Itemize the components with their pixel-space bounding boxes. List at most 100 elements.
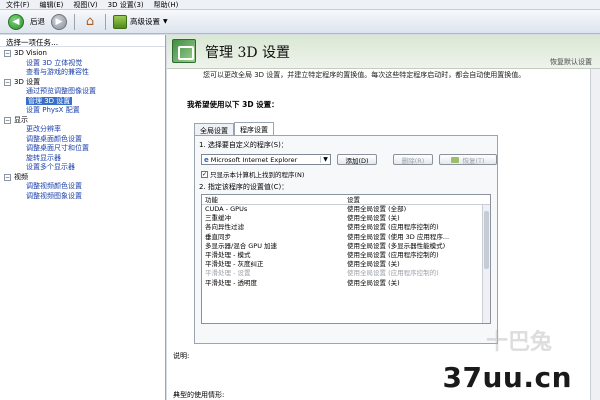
watermark: 37uu.cn: [442, 361, 572, 394]
setting-cell[interactable]: 使用全局设置 (应用程序控制的): [344, 251, 480, 260]
tree-item-change-resolution[interactable]: 更改分辨率: [4, 125, 161, 135]
collapse-icon[interactable]: −: [4, 50, 11, 58]
collapse-icon[interactable]: −: [4, 116, 11, 124]
menu-view[interactable]: 视图(V): [73, 0, 97, 10]
tree-category-label: 视频: [14, 172, 28, 181]
feature-cell: CUDA - GPUs: [205, 205, 248, 213]
collapse-icon[interactable]: −: [4, 78, 11, 86]
description-label: 说明:: [173, 352, 190, 360]
tree-item-label: 设置 3D 立体视觉: [26, 58, 83, 67]
toolbar-divider: [74, 13, 75, 30]
tree-item-label: 更改分辨率: [26, 125, 61, 133]
setting-cell[interactable]: 使用全局设置 (关): [344, 260, 480, 269]
tree-category-video[interactable]: − 视频: [4, 173, 161, 183]
table-row[interactable]: 平滑处理 - 模式 使用全局设置 (应用程序控制的): [202, 251, 490, 260]
setting-cell[interactable]: 使用全局设置 (多显示器性能模式): [344, 242, 480, 251]
menu-3d-settings[interactable]: 3D 设置(3): [108, 0, 144, 10]
table-row[interactable]: 垂直同步 使用全局设置 (使用 3D 应用程序...: [202, 233, 490, 242]
table-row[interactable]: 平滑处理 - 灰度纠正 使用全局设置 (关): [202, 260, 490, 269]
tree-category-display[interactable]: − 显示: [4, 116, 161, 126]
menu-edit[interactable]: 编辑(E): [40, 0, 64, 10]
tree-item-label: 旋转显示器: [26, 153, 61, 162]
feature-cell: 多显示器/混合 GPU 加速: [205, 241, 278, 250]
setting-cell[interactable]: 使用全局设置 (应用程序控制的): [344, 223, 480, 232]
only-show-label: 只显示本计算机上找到的程序(N): [210, 171, 305, 179]
tree-item-label: 通过预览调整图像设置: [26, 87, 96, 95]
feature-cell: 平滑处理 - 设置: [205, 269, 251, 278]
tree-item-game-compatibility[interactable]: 查看与游戏的兼容性: [4, 68, 161, 78]
tree-item-label: 设置多个显示器: [26, 163, 75, 171]
table-header: 功能 设置: [202, 195, 490, 205]
restore-program-button[interactable]: 恢复(T): [439, 154, 497, 165]
checkbox-checked-icon[interactable]: ✓: [201, 170, 208, 178]
toolbar-divider: [105, 13, 106, 30]
table-row[interactable]: 三重缓冲 使用全局设置 (关): [202, 214, 490, 223]
page-header: 管理 3D 设置 恢复默认设置: [167, 35, 600, 69]
only-show-found-programs[interactable]: ✓ 只显示本计算机上找到的程序(N): [201, 169, 304, 179]
chevron-down-icon: ▼: [163, 18, 168, 25]
feature-cell: 平滑处理 - 灰度纠正: [205, 260, 264, 269]
table-row[interactable]: 多显示器/混合 GPU 加速 使用全局设置 (多显示器性能模式): [202, 242, 490, 251]
tree-item-physx-config[interactable]: 设置 PhysX 配置: [4, 106, 161, 116]
setting-cell[interactable]: 使用全局设置 (关): [344, 279, 480, 288]
restore-button-label: 恢复(T): [462, 156, 485, 165]
menu-help[interactable]: 帮助(H): [154, 0, 179, 10]
tree-item-label: 调整视频颜色设置: [26, 182, 82, 190]
tree-item-preview-image-settings[interactable]: 通过预览调整图像设置: [4, 87, 161, 97]
tree-item-desktop-size[interactable]: 调整桌面尺寸和位置: [4, 144, 161, 154]
restore-icon: [451, 156, 460, 163]
tree-item-setup-3d-vision[interactable]: 设置 3D 立体视觉: [4, 59, 161, 69]
table-scrollbar[interactable]: [482, 205, 490, 323]
tree-item-multiple-displays[interactable]: 设置多个显示器: [4, 163, 161, 173]
delete-program-button[interactable]: 删除(R): [393, 154, 433, 165]
step2-label: 2. 指定该程序的设置值(C)：: [199, 183, 289, 191]
tree-item-label: 调整桌面颜色设置: [26, 134, 82, 143]
task-panel: 选择一项任务... −3D Vision 设置 3D 立体视觉 查看与游戏的兼容…: [0, 35, 166, 400]
setting-cell[interactable]: 使用全局设置 (关): [344, 214, 480, 223]
table-row[interactable]: 各向异性过滤 使用全局设置 (应用程序控制的): [202, 223, 490, 232]
table-row[interactable]: 平滑处理 - 设置 使用全局设置 (应用程序控制的): [202, 269, 490, 278]
column-header-feature[interactable]: 功能: [202, 195, 344, 204]
tree-category-label: 3D Vision: [14, 49, 47, 57]
tab-global-settings[interactable]: 全局设置: [194, 123, 234, 135]
tree-category-3d-vision[interactable]: −3D Vision: [4, 49, 161, 59]
home-icon[interactable]: ⌂: [82, 14, 98, 30]
tree-item-label: 调整视频图象设置: [26, 191, 82, 200]
table-row[interactable]: CUDA - GPUs 使用全局设置 (全部): [202, 205, 490, 214]
restore-defaults-link[interactable]: 恢复默认设置: [550, 57, 592, 67]
forward-arrow-icon[interactable]: ▶: [51, 13, 67, 30]
feature-cell: 平滑处理 - 透明度: [205, 278, 257, 287]
tree-item-label: 设置 PhysX 配置: [26, 106, 80, 114]
tab-program-settings[interactable]: 程序设置: [234, 122, 274, 135]
watermark-faded: 十巴兔: [485, 330, 552, 355]
program-select[interactable]: e Microsoft Internet Explorer ▼: [201, 154, 331, 165]
column-header-setting[interactable]: 设置: [344, 195, 480, 204]
tree-item-rotate-display[interactable]: 旋转显示器: [4, 154, 161, 164]
advanced-settings-button[interactable]: 高级设置 ▼: [113, 14, 168, 29]
tree-item-label: 调整桌面尺寸和位置: [26, 144, 89, 152]
add-program-button[interactable]: 添加(D): [337, 154, 377, 165]
main-panel-scrollbar[interactable]: [590, 69, 600, 400]
page-description: 您可以更改全局 3D 设置，并建立特定程序的置换值。每次这些特定程序启动时，都会…: [203, 71, 526, 79]
feature-cell: 三重缓冲: [205, 214, 231, 223]
chevron-down-icon[interactable]: ▼: [320, 156, 330, 163]
collapse-icon[interactable]: −: [4, 173, 11, 181]
tree-item-video-color[interactable]: 调整视频颜色设置: [4, 182, 161, 192]
setting-cell[interactable]: 使用全局设置 (全部): [344, 205, 480, 214]
program-select-value: Microsoft Internet Explorer: [210, 155, 298, 164]
tree-item-manage-3d-settings[interactable]: 管理 3D 设置: [4, 96, 161, 107]
table-row[interactable]: 平滑处理 - 透明度 使用全局设置 (关): [202, 279, 490, 288]
tree-item-video-image[interactable]: 调整视频图象设置: [4, 192, 161, 202]
setting-cell[interactable]: 使用全局设置 (使用 3D 应用程序...: [344, 233, 480, 242]
task-panel-header: 选择一项任务...: [0, 35, 165, 47]
tree-item-desktop-color[interactable]: 调整桌面颜色设置: [4, 135, 161, 145]
back-arrow-icon[interactable]: ◀: [8, 13, 24, 30]
tree-category-3d-settings[interactable]: −3D 设置: [4, 78, 161, 88]
back-button-label[interactable]: 后退: [28, 16, 47, 27]
scrollbar-thumb[interactable]: [484, 211, 489, 269]
tree-category-label: 3D 设置: [14, 77, 41, 86]
setting-cell[interactable]: 使用全局设置 (应用程序控制的): [344, 269, 480, 278]
tree-item-label: 查看与游戏的兼容性: [26, 68, 89, 76]
menu-bar: 文件(F) 编辑(E) 视图(V) 3D 设置(3) 帮助(H): [0, 0, 600, 10]
menu-file[interactable]: 文件(F): [6, 0, 30, 10]
